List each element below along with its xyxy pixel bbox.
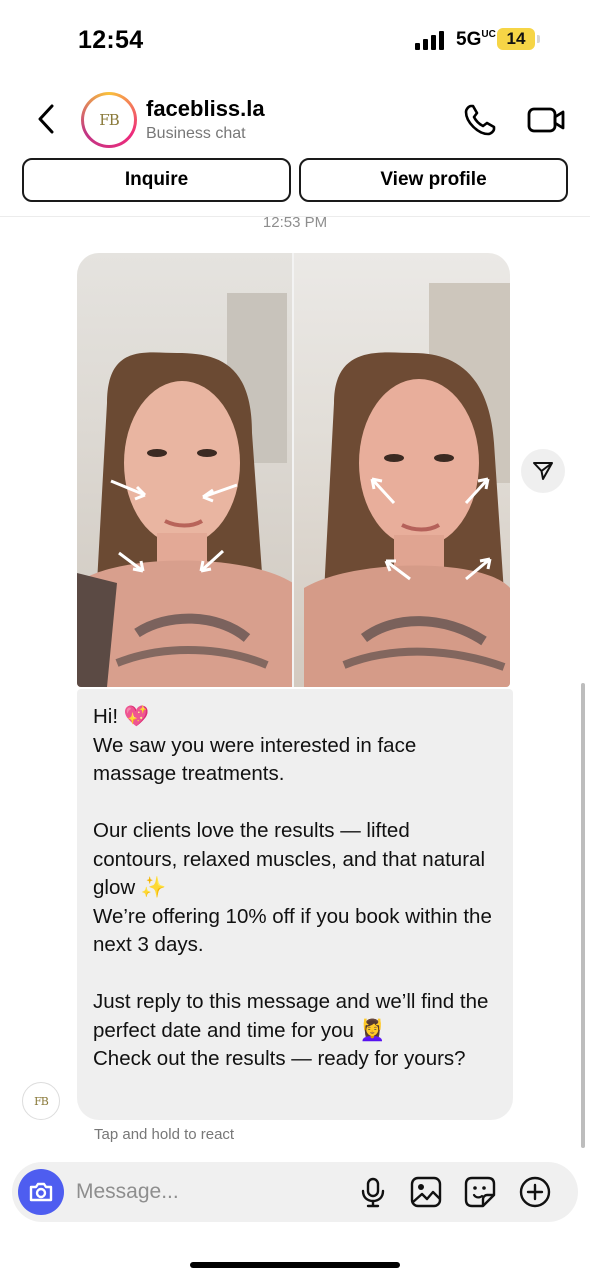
share-button[interactable] (521, 449, 565, 493)
react-hint: Tap and hold to react (94, 1126, 235, 1143)
account-name[interactable]: facebliss.la (146, 96, 265, 122)
plus-icon[interactable] (518, 1175, 552, 1209)
chat-subtitle: Business chat (146, 125, 246, 142)
chat-header: FB facebliss.la Business chat (0, 84, 590, 154)
face-illustration-after (303, 283, 510, 687)
video-camera-icon[interactable] (526, 102, 566, 138)
battery-cap (537, 35, 540, 43)
gallery-icon[interactable] (409, 1175, 443, 1209)
photo-before (77, 253, 294, 687)
message-photo[interactable] (77, 253, 510, 687)
avatar[interactable]: FB (81, 92, 137, 148)
signal-icon (415, 31, 444, 50)
status-bar: 12:54 5GUC 14 (0, 0, 590, 80)
message-bubble[interactable]: Hi! 💖 We saw you were interested in face… (77, 689, 513, 1120)
battery-indicator: 14 (497, 28, 535, 50)
inquire-button[interactable]: Inquire (22, 158, 291, 202)
header-actions: Inquire View profile (22, 158, 568, 202)
message-composer (12, 1162, 578, 1222)
microphone-icon[interactable] (356, 1175, 390, 1209)
message-timestamp: 12:53 PM (262, 214, 328, 231)
scrollbar[interactable] (581, 683, 585, 1148)
chevron-left-icon[interactable] (34, 102, 60, 136)
home-indicator[interactable] (190, 1262, 400, 1268)
face-illustration-before (77, 293, 292, 687)
sender-avatar-logo: FB (34, 1094, 49, 1108)
sticker-icon[interactable] (463, 1175, 497, 1209)
message-text: Hi! 💖 We saw you were interested in face… (93, 705, 492, 1070)
photo-after (293, 253, 510, 687)
share-icon (533, 462, 553, 480)
sender-avatar[interactable]: FB (22, 1082, 60, 1120)
avatar-logo: FB (99, 111, 119, 129)
camera-button[interactable] (18, 1169, 64, 1215)
view-profile-button[interactable]: View profile (299, 158, 568, 202)
network-label: 5GUC (456, 29, 496, 50)
camera-icon (29, 1182, 53, 1202)
phone-icon[interactable] (462, 102, 498, 138)
message-input[interactable] (76, 1176, 346, 1208)
status-time: 12:54 (78, 26, 144, 54)
